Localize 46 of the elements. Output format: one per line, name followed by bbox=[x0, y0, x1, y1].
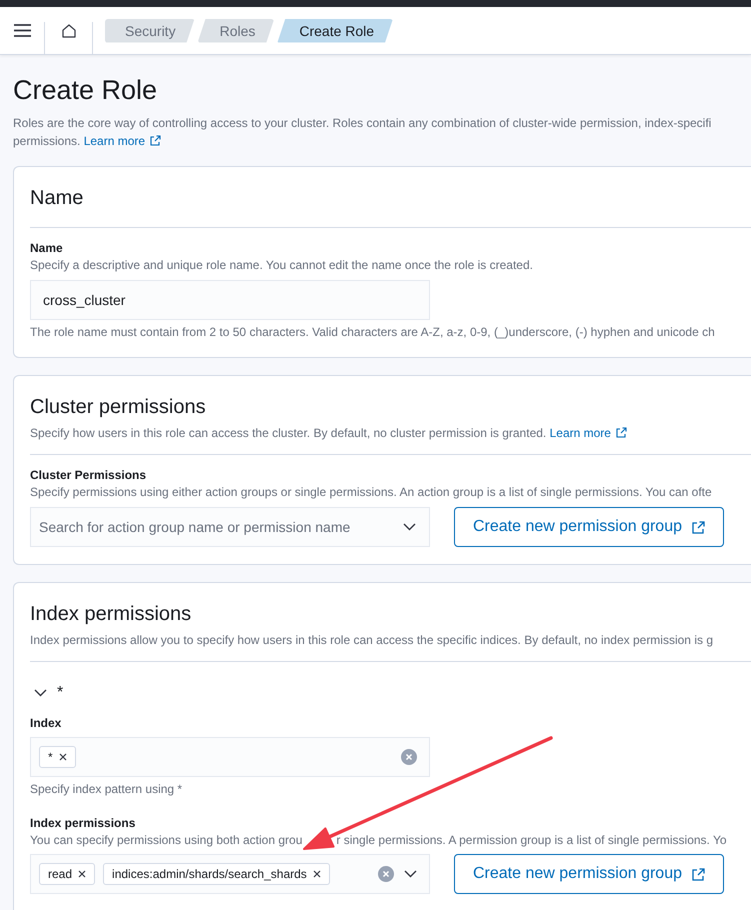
field-help-text: Specify a descriptive and unique role name. You cannot edit the name once the role is created. bbox=[30, 257, 533, 274]
field-label: Index bbox=[30, 715, 62, 731]
chevron-down-icon bbox=[34, 689, 47, 697]
tag-label: read bbox=[48, 867, 72, 881]
permission-search-field[interactable]: Search for action group name or permission name bbox=[30, 507, 430, 547]
chevron-down-icon[interactable] bbox=[403, 523, 416, 531]
learn-more-link[interactable]: Learn more bbox=[550, 426, 627, 440]
tag-label: * bbox=[48, 750, 53, 764]
remove-icon[interactable] bbox=[58, 753, 67, 761]
field-label: Index permissions bbox=[30, 815, 136, 831]
breadcrumb-link[interactable]: Create Role bbox=[277, 18, 394, 42]
clear-icon[interactable] bbox=[378, 866, 394, 882]
index-permission-field[interactable]: read indices:admin/shards/search_shards bbox=[30, 854, 430, 894]
index-pattern-field[interactable]: * bbox=[30, 737, 430, 777]
role-name-input[interactable]: cross_cluster bbox=[30, 280, 430, 320]
page-title: Create Role bbox=[13, 74, 158, 106]
panel-title: Cluster permissions bbox=[30, 395, 207, 420]
panel-description: Specify how users in this role can access the cluster. By default, no cluster permission is granted. Learn more bbox=[30, 424, 751, 442]
field-help-text: You can specify permissions using both action grou bbox=[30, 832, 302, 849]
index-entry-toggle[interactable]: * bbox=[30, 683, 64, 703]
external-link-icon bbox=[150, 135, 162, 146]
remove-icon[interactable] bbox=[78, 870, 86, 878]
breadcrumb-link[interactable]: Security bbox=[105, 18, 195, 42]
field-help-text: Specify permissions using either action groups or single permissions. An action group is a list of single permissions. You can ofte bbox=[30, 484, 712, 501]
tag-label: indices:admin/shards/search_shards bbox=[112, 867, 307, 881]
field-note: Specify index pattern using * bbox=[30, 781, 182, 797]
page-description: Roles are the core way of controlling access to your cluster. Roles contain any combination of cluster-wide permission, index-specifi permissions. Learn more bbox=[13, 115, 712, 150]
panel-title: Index permissions bbox=[30, 602, 192, 627]
remove-icon[interactable] bbox=[312, 870, 321, 878]
clear-icon[interactable] bbox=[401, 749, 417, 765]
menu-icon bbox=[14, 24, 30, 37]
field-note: The role name must contain from 2 to 50 characters. Valid characters are A-Z, a-z, 0-9, (_)underscore, (-) hyphen and unicode ch bbox=[30, 324, 715, 340]
create-permission-group-button[interactable]: Create new permission group bbox=[454, 854, 724, 894]
field-label: Cluster Permissions bbox=[30, 467, 146, 483]
external-link-icon bbox=[692, 520, 705, 534]
field-help-text: r single permissions. A permission group is a list of single permissions. Yo bbox=[336, 832, 727, 849]
create-permission-group-button[interactable]: Create new permission group bbox=[454, 507, 724, 547]
home-icon bbox=[62, 24, 76, 38]
external-link-icon bbox=[616, 427, 627, 438]
panel-description: Index permissions allow you to specify how users in this role can access the specific indices. By default, no index permission is g bbox=[30, 632, 714, 649]
learn-more-link[interactable]: Learn more bbox=[84, 134, 162, 148]
breadcrumb-link[interactable]: Roles bbox=[198, 18, 274, 42]
panel-title: Name bbox=[30, 186, 84, 211]
field-label: Name bbox=[30, 240, 63, 256]
external-link-icon bbox=[692, 868, 705, 880]
chevron-down-icon[interactable] bbox=[404, 870, 417, 878]
